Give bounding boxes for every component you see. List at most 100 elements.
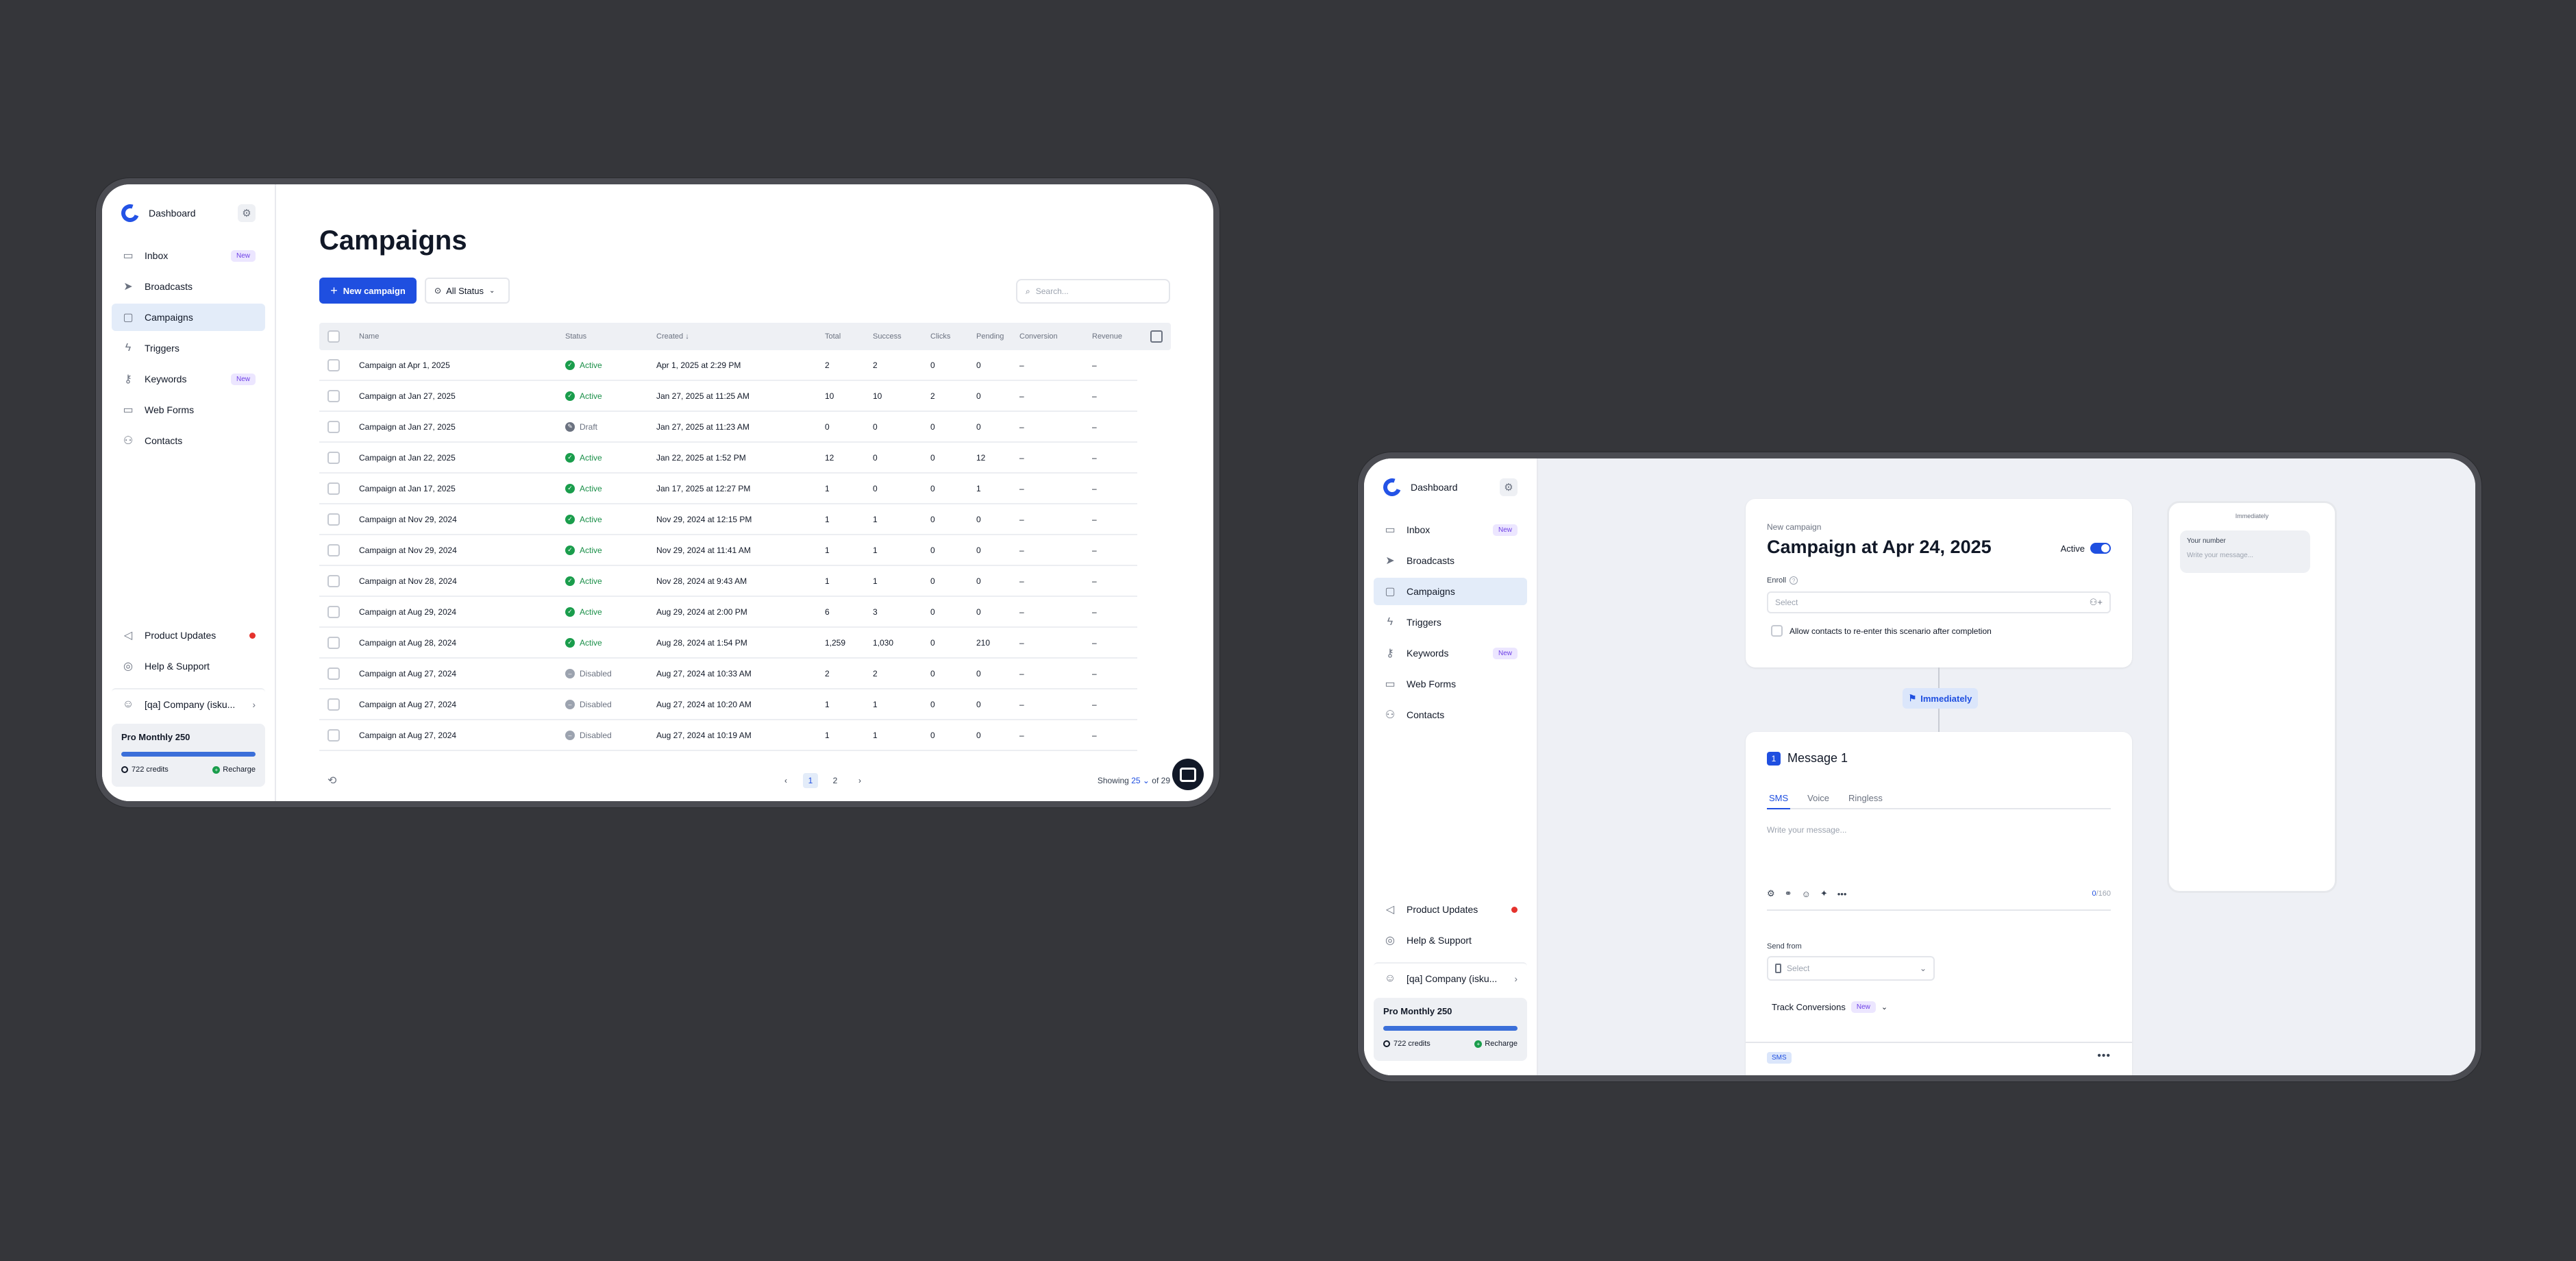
sidebar-item-keywords[interactable]: ⚷ Keywords New bbox=[112, 365, 265, 393]
status-filter[interactable]: ⊙ All Status ⌄ bbox=[425, 278, 510, 304]
company-switcher[interactable]: ☺ [qa] Company (isku... › bbox=[112, 688, 265, 715]
sidebar-item-broadcasts[interactable]: ➤ Broadcasts bbox=[1374, 547, 1527, 574]
cell-name[interactable]: Campaign at Jan 27, 2025 bbox=[359, 422, 565, 432]
col-status[interactable]: Status bbox=[565, 332, 656, 341]
row-checkbox[interactable] bbox=[327, 605, 340, 618]
dashboard-link[interactable]: Dashboard bbox=[149, 208, 196, 219]
dashboard-link[interactable]: Dashboard bbox=[1411, 482, 1458, 493]
message-textarea[interactable]: Write your message... bbox=[1767, 825, 1846, 835]
sidebar-item-keywords[interactable]: ⚷ Keywords New bbox=[1374, 639, 1527, 667]
sidebar-item-campaigns[interactable]: ▢ Campaigns bbox=[112, 304, 265, 331]
send-from-select[interactable]: Select ⌄ bbox=[1767, 956, 1935, 981]
col-revenue[interactable]: Revenue bbox=[1092, 332, 1133, 341]
cell-name[interactable]: Campaign at Nov 28, 2024 bbox=[359, 576, 565, 586]
tab-ringless[interactable]: Ringless bbox=[1846, 793, 1885, 809]
reenter-option[interactable]: Allow contacts to re-enter this scenario… bbox=[1767, 625, 1992, 637]
row-checkbox[interactable] bbox=[327, 482, 340, 495]
row-checkbox[interactable] bbox=[327, 636, 340, 649]
sidebar-item-web-forms[interactable]: ▭ Web Forms bbox=[1374, 670, 1527, 698]
cell-name[interactable]: Campaign at Aug 27, 2024 bbox=[359, 700, 565, 709]
more-options-icon[interactable]: ••• bbox=[2097, 1050, 2111, 1062]
ai-icon[interactable]: ✦ bbox=[1820, 888, 1828, 899]
search-input[interactable]: ⌕ Search... bbox=[1016, 279, 1170, 304]
table-row[interactable]: Campaign at Jan 27, 2025 ✎ Draft Jan 27, 20… bbox=[319, 412, 1137, 443]
col-clicks[interactable]: Clicks bbox=[930, 332, 976, 341]
message-title[interactable]: Message 1 bbox=[1787, 751, 1848, 766]
more-icon[interactable]: ••• bbox=[1837, 889, 1847, 899]
product-updates-item[interactable]: ◁ Product Updates bbox=[1374, 896, 1527, 923]
row-checkbox[interactable] bbox=[327, 451, 340, 464]
cell-name[interactable]: Campaign at Aug 29, 2024 bbox=[359, 607, 565, 617]
active-toggle[interactable] bbox=[2090, 543, 2111, 554]
cell-name[interactable]: Campaign at Apr 1, 2025 bbox=[359, 360, 565, 370]
cell-name[interactable]: Campaign at Jan 27, 2025 bbox=[359, 391, 565, 401]
sidebar-item-inbox[interactable]: ▭ Inbox New bbox=[1374, 516, 1527, 543]
row-checkbox[interactable] bbox=[327, 543, 340, 556]
table-row[interactable]: Campaign at Aug 29, 2024 ✓ Active Aug 29, 2… bbox=[319, 597, 1137, 628]
emoji-icon[interactable]: ☺ bbox=[1802, 889, 1811, 899]
app-logo-icon[interactable] bbox=[121, 204, 139, 222]
row-checkbox[interactable] bbox=[327, 729, 340, 742]
col-name[interactable]: Name bbox=[359, 332, 565, 341]
cell-name[interactable]: Campaign at Nov 29, 2024 bbox=[359, 546, 565, 555]
tab-sms[interactable]: SMS bbox=[1767, 793, 1791, 809]
page-1-button[interactable]: 1 bbox=[803, 773, 818, 788]
table-row[interactable]: Campaign at Nov 28, 2024 ✓ Active Nov 28, 2… bbox=[319, 566, 1137, 597]
sidebar-item-contacts[interactable]: ⚇ Contacts bbox=[1374, 701, 1527, 729]
sidebar-item-triggers[interactable]: ϟ Triggers bbox=[1374, 609, 1527, 636]
table-row[interactable]: Campaign at Aug 27, 2024– Disabled Aug 27,… bbox=[319, 659, 1137, 689]
cell-name[interactable]: Campaign at Jan 22, 2025 bbox=[359, 453, 565, 463]
select-all-checkbox[interactable] bbox=[327, 330, 340, 343]
row-checkbox[interactable] bbox=[327, 389, 340, 402]
help-icon[interactable]: ? bbox=[1789, 576, 1798, 585]
company-switcher[interactable]: ☺ [qa] Company (isku... › bbox=[1374, 962, 1527, 990]
row-checkbox[interactable] bbox=[327, 574, 340, 587]
sidebar-item-campaigns[interactable]: ▢ Campaigns bbox=[1374, 578, 1527, 605]
sidebar-item-triggers[interactable]: ϟ Triggers bbox=[112, 334, 265, 362]
col-pending[interactable]: Pending bbox=[976, 332, 1019, 341]
col-success[interactable]: Success bbox=[873, 332, 930, 341]
table-row[interactable]: Campaign at Aug 28, 2024 ✓ Active Aug 28, 2… bbox=[319, 628, 1137, 659]
app-logo-icon[interactable] bbox=[1383, 478, 1401, 496]
gear-icon[interactable]: ⚙ bbox=[1500, 478, 1518, 496]
variable-icon[interactable]: ⚙ bbox=[1767, 888, 1775, 899]
new-campaign-button[interactable]: + New campaign bbox=[319, 278, 417, 304]
link-icon[interactable]: ⚭ bbox=[1785, 888, 1792, 899]
col-total[interactable]: Total bbox=[825, 332, 873, 341]
prev-page-icon[interactable]: ‹ bbox=[778, 773, 793, 788]
recharge-button[interactable]: + Recharge bbox=[1474, 1040, 1518, 1048]
page-2-button[interactable]: 2 bbox=[828, 773, 843, 788]
columns-settings-icon[interactable] bbox=[1150, 330, 1163, 343]
chat-icon[interactable] bbox=[1172, 759, 1204, 790]
help-support-item[interactable]: ◎ Help & Support bbox=[1374, 927, 1527, 954]
row-checkbox[interactable] bbox=[327, 358, 340, 371]
row-checkbox[interactable] bbox=[327, 698, 340, 711]
row-checkbox[interactable] bbox=[327, 667, 340, 680]
cell-name[interactable]: Campaign at Aug 27, 2024 bbox=[359, 731, 565, 740]
product-updates-item[interactable]: ◁ Product Updates bbox=[112, 622, 265, 649]
table-row[interactable]: Campaign at Aug 27, 2024– Disabled Aug 27,… bbox=[319, 689, 1137, 720]
cell-name[interactable]: Campaign at Aug 28, 2024 bbox=[359, 638, 565, 648]
page-size-select[interactable]: 25 bbox=[1131, 776, 1140, 785]
table-row[interactable]: Campaign at Jan 22, 2025 ✓ Active Jan 22, 2… bbox=[319, 443, 1137, 474]
campaign-title[interactable]: Campaign at Apr 24, 2025 bbox=[1767, 537, 1992, 558]
table-row[interactable]: Campaign at Jan 27, 2025 ✓ Active Jan 27, 2… bbox=[319, 381, 1137, 412]
refresh-icon[interactable]: ⟲ bbox=[327, 774, 336, 787]
table-row[interactable]: Campaign at Nov 29, 2024 ✓ Active Nov 29, 2… bbox=[319, 504, 1137, 535]
sidebar-item-web-forms[interactable]: ▭ Web Forms bbox=[112, 396, 265, 424]
help-support-item[interactable]: ◎ Help & Support bbox=[112, 652, 265, 680]
col-conversion[interactable]: Conversion bbox=[1019, 332, 1092, 341]
delay-chip[interactable]: ⚑ Immediately bbox=[1903, 688, 1978, 709]
col-created[interactable]: Created ↓ bbox=[656, 332, 825, 341]
tab-voice[interactable]: Voice bbox=[1805, 793, 1831, 809]
table-row[interactable]: Campaign at Apr 1, 2025 ✓ Active Apr 1, 202… bbox=[319, 350, 1137, 381]
sidebar-item-contacts[interactable]: ⚇ Contacts bbox=[112, 427, 265, 454]
row-checkbox[interactable] bbox=[327, 513, 340, 526]
sidebar-item-broadcasts[interactable]: ➤ Broadcasts bbox=[112, 273, 265, 300]
table-row[interactable]: Campaign at Nov 29, 2024 ✓ Active Nov 29, 2… bbox=[319, 535, 1137, 566]
row-checkbox[interactable] bbox=[327, 420, 340, 433]
cell-name[interactable]: Campaign at Nov 29, 2024 bbox=[359, 515, 565, 524]
cell-name[interactable]: Campaign at Aug 27, 2024 bbox=[359, 669, 565, 678]
track-conversions-toggle[interactable]: Track Conversions New ⌄ bbox=[1772, 1001, 1887, 1013]
next-page-icon[interactable]: › bbox=[852, 773, 867, 788]
